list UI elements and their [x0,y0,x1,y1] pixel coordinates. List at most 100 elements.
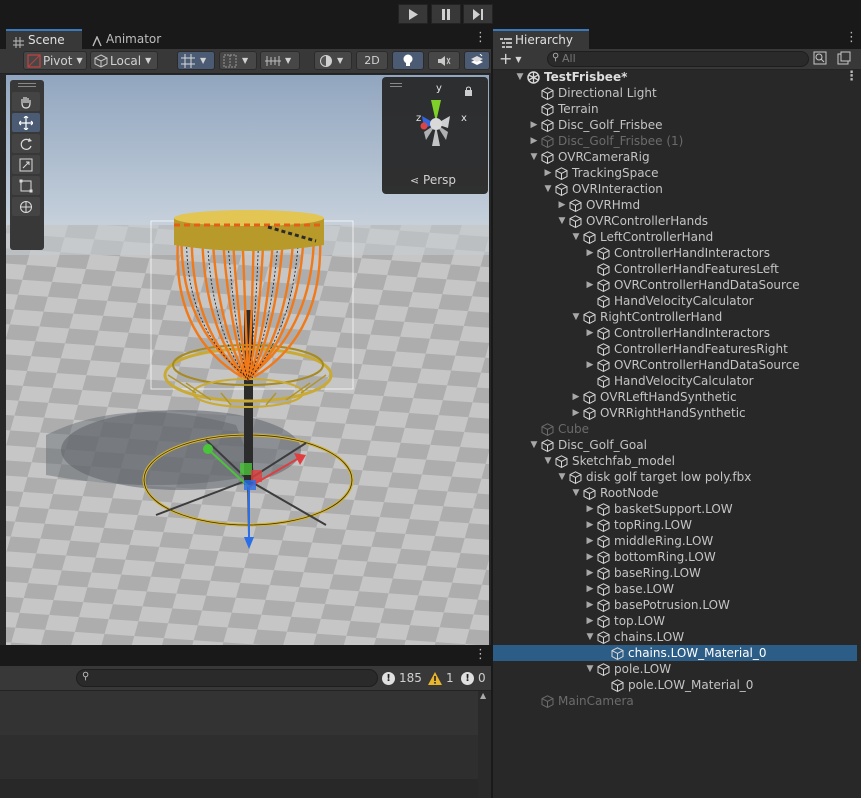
hierarchy-row[interactable]: pole.LOW_Material_0 [493,677,857,693]
expand-arrow-right-icon[interactable]: ▶ [570,389,582,405]
expand-arrow-down-icon[interactable]: ▼ [570,485,582,501]
expand-arrow-right-icon[interactable]: ▶ [584,613,596,629]
console-search-input[interactable]: ⚲ [76,669,378,687]
expand-arrow-down-icon[interactable]: ▼ [556,213,568,229]
expand-arrow-right-icon[interactable]: ▶ [584,581,596,597]
hierarchy-row[interactable]: Directional Light [493,85,857,101]
hierarchy-row[interactable]: ▼ RightControllerHand [493,309,857,325]
hierarchy-row[interactable]: ▶ OVRHmd [493,197,857,213]
hierarchy-row[interactable]: ▼ disk golf target low poly.fbx [493,469,857,485]
search-by-type-icon[interactable] [813,51,827,68]
expand-arrow-right-icon[interactable]: ▶ [584,501,596,517]
hierarchy-row[interactable]: MainCamera [493,693,857,709]
rect-tool-button[interactable] [12,176,40,195]
hierarchy-row[interactable]: ControllerHandFeaturesLeft [493,261,857,277]
expand-arrow-right-icon[interactable]: ▶ [584,549,596,565]
expand-arrow-right-icon[interactable]: ▶ [542,165,554,181]
gizmo-drag-handle[interactable] [390,83,402,87]
hierarchy-row[interactable]: ▶ baseRing.LOW [493,565,857,581]
hierarchy-row[interactable]: Cube [493,421,857,437]
expand-arrow-right-icon[interactable]: ▶ [584,517,596,533]
scene-menu-icon[interactable]: ⋮ [474,30,487,45]
play-button[interactable] [398,4,428,24]
hierarchy-row[interactable]: ▶ Disc_Golf_Frisbee (1) [493,133,857,149]
transform-tool-button[interactable] [12,197,40,216]
mode-2d-button[interactable]: 2D [356,51,388,70]
warning-count-toggle[interactable]: 1 [428,669,454,687]
hierarchy-row[interactable]: ▶ basketSupport.LOW [493,501,857,517]
shading-mode-dropdown[interactable]: ▼ [314,51,352,70]
expand-arrow-right-icon[interactable]: ▶ [584,533,596,549]
create-dropdown[interactable]: + ▼ [499,49,522,69]
expand-arrow-right-icon[interactable]: ▶ [528,117,540,133]
hierarchy-row[interactable]: ▶ ControllerHandInteractors [493,325,857,341]
hierarchy-row[interactable]: ▶ basePotrusion.LOW [493,597,857,613]
pause-button[interactable] [431,4,461,24]
hierarchy-row[interactable]: ▼ chains.LOW [493,629,857,645]
hierarchy-row[interactable]: ▼ RootNode [493,485,857,501]
expand-arrow-down-icon[interactable]: ▼ [570,229,582,245]
tab-animator[interactable]: Animator [84,29,174,49]
hierarchy-row[interactable]: ▶ OVRControllerHandDataSource [493,357,857,373]
hierarchy-search-input[interactable]: ⚲ All [547,51,809,67]
audio-toggle[interactable] [428,51,460,70]
hierarchy-row[interactable]: ▼ pole.LOW [493,661,857,677]
expand-arrow-down-icon[interactable]: ▼ [542,453,554,469]
hierarchy-row[interactable]: ▶ base.LOW [493,581,857,597]
expand-arrow-down-icon[interactable]: ▼ [528,149,540,165]
console-scrollbar[interactable]: ▲ [478,691,491,798]
hierarchy-row[interactable]: ▶ TrackingSpace [493,165,857,181]
hierarchy-row[interactable]: ControllerHandFeaturesRight [493,341,857,357]
scene-visibility-icon[interactable] [837,51,851,68]
local-dropdown[interactable]: Local ▼ [90,51,158,70]
expand-arrow-down-icon[interactable]: ▼ [542,181,554,197]
expand-arrow-down-icon[interactable]: ▼ [584,661,596,677]
hierarchy-row[interactable]: ▼ TestFrisbee* ⋮ [493,69,858,85]
increment-snap-button[interactable]: ▼ [219,51,257,70]
orientation-gizmo[interactable]: y z x ⋖ Persp [382,77,488,194]
hierarchy-row[interactable]: ▼ Sketchfab_model [493,453,857,469]
hierarchy-row[interactable]: ▼ OVRCameraRig [493,149,857,165]
hierarchy-row[interactable]: ▶ topRing.LOW [493,517,857,533]
hierarchy-row[interactable]: ▶ top.LOW [493,613,857,629]
hierarchy-row[interactable]: ▶ OVRControllerHandDataSource [493,277,857,293]
hierarchy-row[interactable]: ▶ OVRLeftHandSynthetic [493,389,857,405]
hierarchy-row[interactable]: ▶ ControllerHandInteractors [493,245,857,261]
step-button[interactable] [463,4,493,24]
expand-arrow-down-icon[interactable]: ▼ [556,469,568,485]
expand-arrow-down-icon[interactable]: ▼ [514,69,526,85]
error-count-toggle[interactable]: ! 185 [382,669,422,687]
expand-arrow-right-icon[interactable]: ▶ [584,325,596,341]
expand-arrow-right-icon[interactable]: ▶ [584,277,596,293]
expand-arrow-right-icon[interactable]: ▶ [584,357,596,373]
tab-hierarchy[interactable]: Hierarchy [493,29,589,49]
ruler-button[interactable]: ▼ [260,51,300,70]
hand-tool-button[interactable] [12,92,40,111]
hierarchy-row[interactable]: ▶ Disc_Golf_Frisbee [493,117,857,133]
hierarchy-row[interactable]: HandVelocityCalculator [493,373,857,389]
hierarchy-row[interactable]: chains.LOW_Material_0 [493,645,857,661]
expand-arrow-down-icon[interactable]: ▼ [570,309,582,325]
hierarchy-row[interactable]: ▼ OVRControllerHands [493,213,857,229]
scroll-up-icon[interactable]: ▲ [480,691,486,700]
expand-arrow-right-icon[interactable]: ▶ [584,597,596,613]
hierarchy-row[interactable]: ▶ middleRing.LOW [493,533,857,549]
hierarchy-row[interactable]: Terrain [493,101,857,117]
move-tool-button[interactable] [12,113,40,132]
lighting-toggle[interactable] [392,51,424,70]
effects-toggle[interactable] [464,51,490,70]
rotate-tool-button[interactable] [12,134,40,153]
console-menu-icon[interactable]: ⋮ [474,647,487,662]
hierarchy-row[interactable]: ▶ bottomRing.LOW [493,549,857,565]
scale-tool-button[interactable] [12,155,40,174]
hierarchy-row[interactable]: ▶ OVRRightHandSynthetic [493,405,857,421]
expand-arrow-right-icon[interactable]: ▶ [556,197,568,213]
expand-arrow-right-icon[interactable]: ▶ [584,565,596,581]
console-row[interactable] [0,735,478,779]
expand-arrow-down-icon[interactable]: ▼ [584,629,596,645]
expand-arrow-right-icon[interactable]: ▶ [584,245,596,261]
palette-drag-handle[interactable] [18,83,36,87]
hierarchy-row[interactable]: ▼ OVRInteraction [493,181,857,197]
expand-arrow-right-icon[interactable]: ▶ [570,405,582,421]
hierarchy-menu-icon[interactable]: ⋮ [845,30,858,45]
